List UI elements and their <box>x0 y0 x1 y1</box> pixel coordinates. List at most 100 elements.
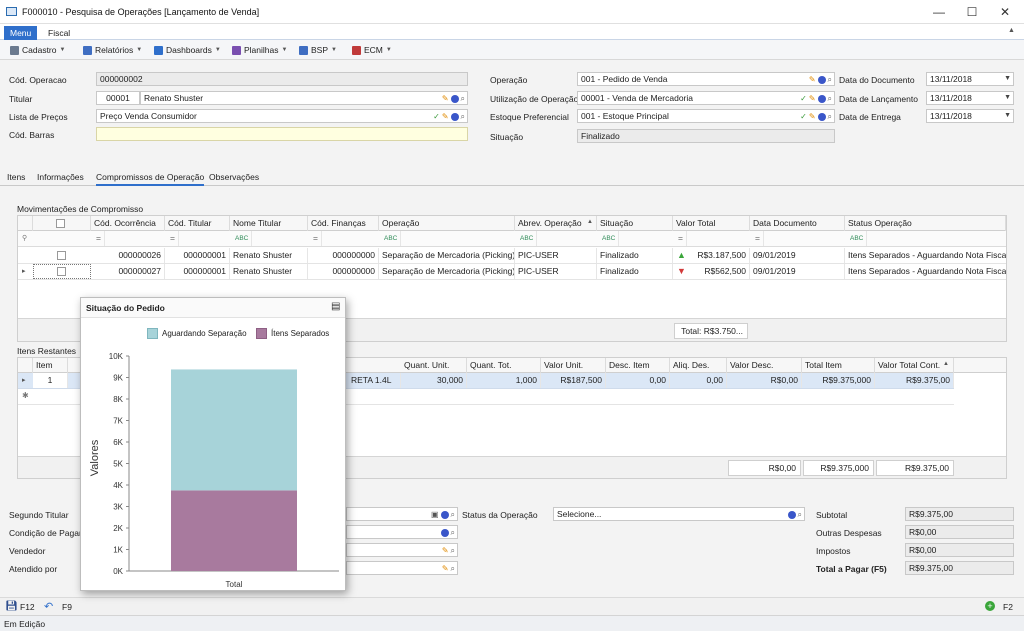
data-ent-field[interactable]: 13/11/2018 ▼ <box>926 109 1014 123</box>
barras-input[interactable] <box>96 127 468 141</box>
tab-informacoes[interactable]: Informações <box>37 172 84 182</box>
filter-cell[interactable]: ABC <box>381 231 402 246</box>
select-all-checkbox[interactable] <box>56 219 65 228</box>
row-checkbox[interactable] <box>57 267 66 276</box>
open-icon[interactable] <box>440 511 449 519</box>
search-icon[interactable]: ⌕ <box>451 545 455 556</box>
filter-cell[interactable]: = <box>752 231 764 246</box>
filter-cell[interactable]: ABC <box>847 231 868 246</box>
search-icon[interactable]: ⌕ <box>828 74 832 85</box>
open-icon[interactable] <box>440 529 449 537</box>
bar-aguardando-separação[interactable] <box>171 369 297 491</box>
search-icon[interactable]: ⌕ <box>451 527 455 538</box>
filter-cell[interactable]: ABC <box>517 231 538 246</box>
condicao-field[interactable]: ⌕ <box>346 525 458 539</box>
dropdown-icon[interactable]: ▼ <box>1004 92 1011 104</box>
segundo-field[interactable]: ▣ ⌕ <box>346 507 458 521</box>
save-icon[interactable]: ▣ <box>431 509 439 520</box>
col-header[interactable]: Cód. Ocorrência <box>91 216 165 231</box>
edit-icon[interactable]: ✎ <box>442 563 449 574</box>
open-icon[interactable] <box>787 511 796 519</box>
table-row[interactable]: ▸ 000000027 000000001 Renato Shuster 000… <box>18 264 1006 280</box>
col-header[interactable]: Desc. Item <box>606 358 670 373</box>
col-header[interactable]: Status Operação <box>845 216 1006 231</box>
tab-compromissos[interactable]: Compromissos de Operação <box>96 172 205 186</box>
search-icon[interactable]: ⌕ <box>828 93 832 104</box>
titular-code-field[interactable]: 00001 <box>96 91 140 105</box>
col-header[interactable]: Total Item <box>802 358 875 373</box>
minimize-button[interactable]: — <box>922 0 956 24</box>
col-header[interactable]: Nome Titular <box>230 216 308 231</box>
collapse-ribbon-icon[interactable]: ▲ <box>1008 27 1015 34</box>
edit-icon[interactable]: ✎ <box>809 111 816 122</box>
edit-icon[interactable]: ✎ <box>442 545 449 556</box>
edit-icon[interactable]: ✎ <box>809 93 816 104</box>
header-select-all[interactable] <box>33 216 91 231</box>
filter-cell[interactable]: ABC <box>232 231 253 246</box>
bar-itens-separados[interactable] <box>171 490 297 571</box>
filter-cell[interactable]: ABC <box>599 231 620 246</box>
vendedor-field[interactable]: ✎ ⌕ <box>346 543 458 557</box>
cadastro-menu[interactable]: Cadastro ▼ <box>10 43 65 57</box>
edit-icon[interactable]: ✎ <box>809 74 816 85</box>
status-op-field[interactable]: Selecione... ⌕ <box>553 507 805 521</box>
atendido-field[interactable]: ✎ ⌕ <box>346 561 458 575</box>
col-header[interactable]: Valor Total <box>673 216 750 231</box>
filter-cell[interactable]: = <box>310 231 322 246</box>
f12-button[interactable]: F12 <box>20 602 35 612</box>
f2-button[interactable]: F2 <box>1003 602 1013 612</box>
search-icon[interactable]: ⌕ <box>451 509 455 520</box>
add-icon[interactable]: + <box>985 601 995 611</box>
titular-name-field[interactable]: Renato Shuster ✎ ⌕ <box>140 91 468 105</box>
col-header[interactable]: Cód. Titular <box>165 216 230 231</box>
utilizacao-field[interactable]: 00001 - Venda de Mercadoria ✓ ✎ ⌕ <box>577 91 835 105</box>
close-button[interactable]: ✕ <box>988 0 1022 24</box>
save-icon[interactable]: 💾︎ <box>5 601 18 612</box>
open-icon[interactable] <box>817 113 826 121</box>
edit-icon[interactable]: ✎ <box>442 93 449 104</box>
open-icon[interactable] <box>817 95 826 103</box>
col-header[interactable]: Valor Desc. <box>727 358 802 373</box>
search-icon[interactable]: ⌕ <box>451 563 455 574</box>
col-header[interactable]: Quant. Unit. <box>401 358 467 373</box>
col-header[interactable]: Quant. Tot. <box>467 358 541 373</box>
tab-itens[interactable]: Itens <box>7 172 25 182</box>
open-icon[interactable] <box>450 95 459 103</box>
f9-button[interactable]: F9 <box>62 602 72 612</box>
lista-field[interactable]: Preço Venda Consumidor ✓ ✎ ⌕ <box>96 109 468 123</box>
col-header[interactable]: Situação <box>597 216 673 231</box>
ecm-menu[interactable]: ECM ▼ <box>352 43 392 57</box>
col-header[interactable]: Cód. Finanças <box>308 216 379 231</box>
data-lanc-field[interactable]: 13/11/2018 ▼ <box>926 91 1014 105</box>
filter-cell[interactable]: = <box>675 231 687 246</box>
tab-observacoes[interactable]: Observações <box>209 172 259 182</box>
open-icon[interactable] <box>450 113 459 121</box>
search-icon[interactable]: ⌕ <box>461 111 465 122</box>
planilhas-menu[interactable]: Planilhas ▼ <box>232 43 287 57</box>
open-icon[interactable] <box>817 76 826 84</box>
relatorios-menu[interactable]: Relatórios ▼ <box>83 43 142 57</box>
search-icon[interactable]: ⌕ <box>461 93 465 104</box>
col-header[interactable]: Valor Unit. <box>541 358 606 373</box>
search-icon[interactable]: ⌕ <box>798 509 802 520</box>
data-doc-field[interactable]: 13/11/2018 ▼ <box>926 72 1014 86</box>
undo-icon[interactable]: ↶ <box>44 600 53 613</box>
tab-fiscal[interactable]: Fiscal <box>42 26 76 40</box>
col-header[interactable]: Aliq. Des. <box>670 358 727 373</box>
table-row[interactable]: 000000026 000000001 Renato Shuster 00000… <box>18 248 1006 264</box>
maximize-button[interactable]: ☐ <box>955 0 989 24</box>
bsp-menu[interactable]: BSP ▼ <box>299 43 337 57</box>
filter-cell[interactable]: = <box>167 231 179 246</box>
filter-cell[interactable]: = <box>93 231 105 246</box>
col-header[interactable]: Operação <box>379 216 515 231</box>
dropdown-icon[interactable]: ▼ <box>1004 110 1011 122</box>
operacao-field[interactable]: 001 - Pedido de Venda ✎ ⌕ <box>577 72 835 86</box>
col-header[interactable]: Abrev. Operação <box>515 216 597 231</box>
col-header[interactable]: Item <box>33 358 68 373</box>
estoque-field[interactable]: 001 - Estoque Principal ✓ ✎ ⌕ <box>577 109 835 123</box>
col-header[interactable]: Data Documento <box>750 216 845 231</box>
row-checkbox[interactable] <box>57 251 66 260</box>
tab-menu[interactable]: Menu <box>4 26 38 40</box>
dropdown-icon[interactable]: ▼ <box>1004 73 1011 85</box>
dashboards-menu[interactable]: Dashboards ▼ <box>154 43 221 57</box>
